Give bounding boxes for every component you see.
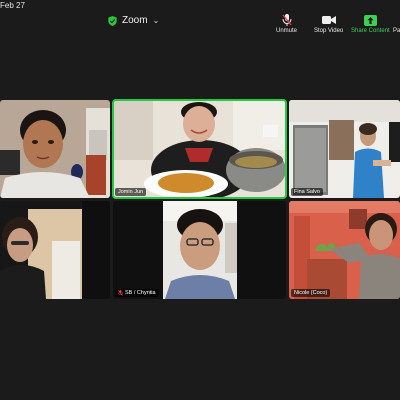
participant-name-tag: SB / Chyntia [115, 289, 159, 297]
video-tile-3[interactable]: Fina Salvo [289, 100, 400, 198]
participant-video [0, 100, 110, 198]
video-tile-2[interactable]: Jomin Jun [112, 99, 287, 199]
participant-video [113, 100, 286, 198]
unmute-button[interactable]: Unmute [276, 14, 297, 34]
unmute-label: Unmute [276, 28, 298, 34]
video-tile-6[interactable]: Nicole (Coco) [289, 201, 400, 299]
participants-label: Pa [393, 28, 400, 34]
status-date: Feb 27 [0, 1, 25, 10]
mic-muted-icon [281, 14, 292, 26]
participant-video [0, 201, 110, 299]
stop-video-button[interactable]: Stop Video [314, 14, 343, 34]
share-screen-icon [363, 14, 377, 26]
participant-video [113, 201, 286, 299]
participants-button[interactable]: Pa [393, 14, 400, 34]
participant-name-tag: Fina Salvo [291, 188, 323, 196]
mic-muted-icon [118, 290, 123, 296]
app-title: Zoom [122, 15, 148, 26]
chevron-down-icon: ⌄ [152, 16, 160, 25]
participant-name-tag: Jomin Jun [115, 188, 147, 196]
meeting-title-menu[interactable]: Zoom ⌄ [108, 15, 159, 26]
video-camera-icon [321, 16, 336, 24]
participant-name-tag: Nicole (Coco) [291, 289, 331, 297]
participant-video [289, 201, 400, 299]
share-content-label: Share Content [351, 28, 390, 34]
shield-icon [108, 15, 117, 26]
share-content-button[interactable]: Share Content [351, 14, 390, 34]
video-tile-1[interactable] [0, 100, 110, 198]
video-tile-5[interactable]: SB / Chyntia [113, 201, 286, 299]
video-tile-4[interactable] [0, 201, 110, 299]
participant-video [289, 100, 400, 198]
stop-video-label: Stop Video [314, 28, 344, 34]
